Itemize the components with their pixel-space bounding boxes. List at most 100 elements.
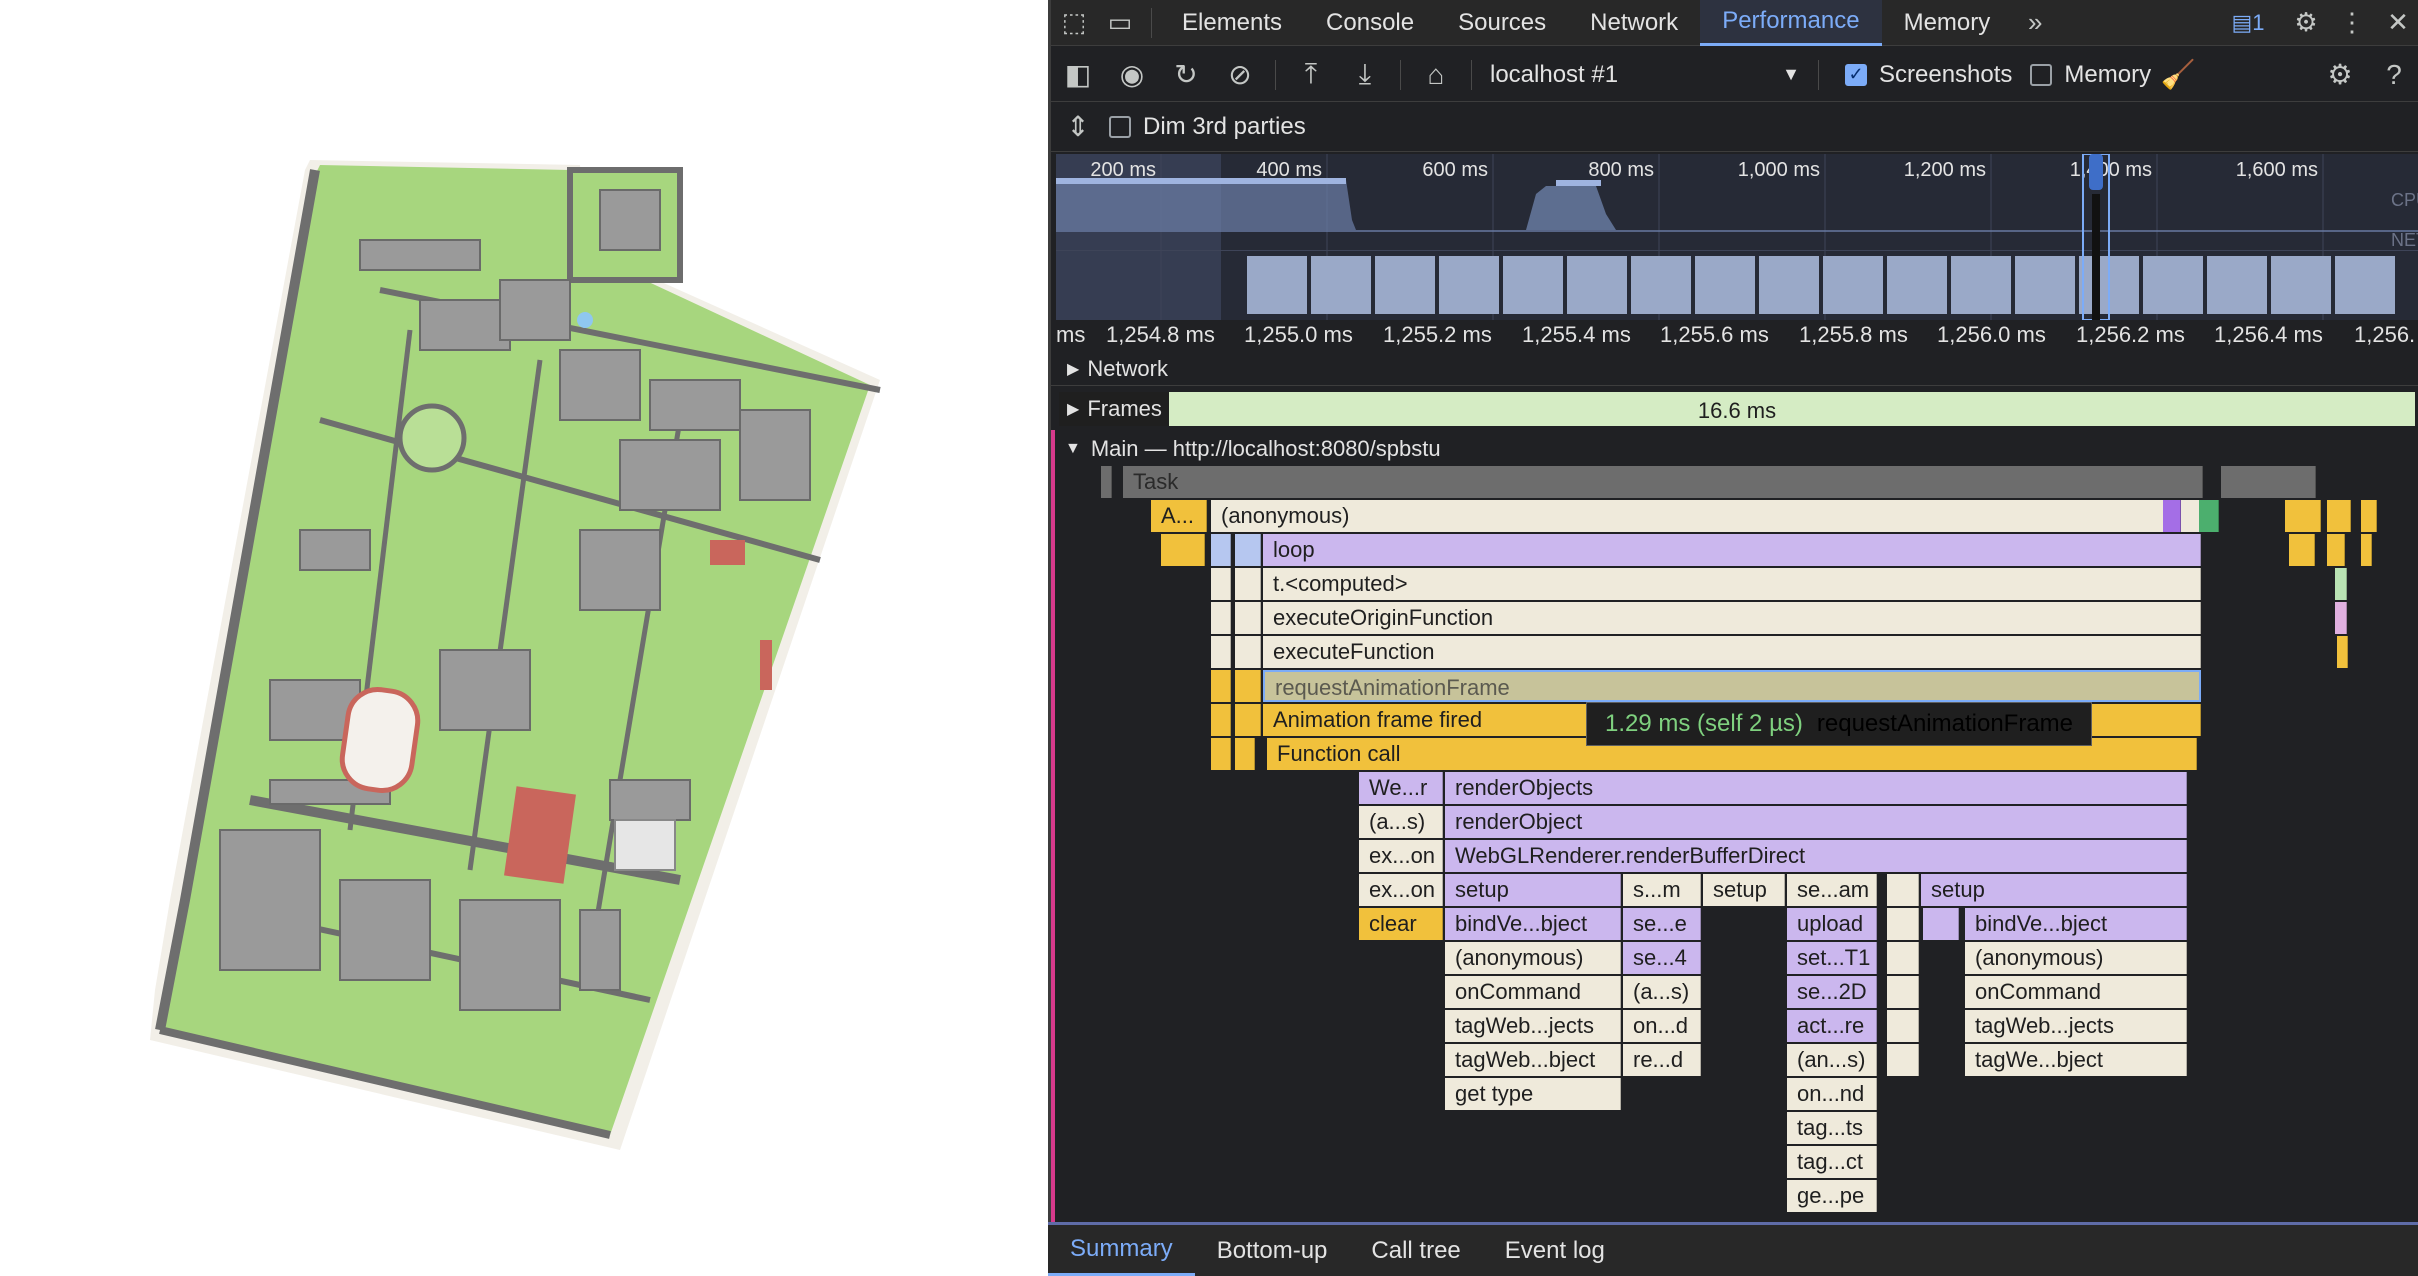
tab-bottom-up[interactable]: Bottom-up (1195, 1225, 1350, 1276)
flame-block[interactable]: s...m (1623, 874, 1701, 906)
timeline-overview[interactable]: 200 ms 400 ms 600 ms 800 ms 1,000 ms 1,2… (1056, 153, 2418, 321)
flame-block[interactable]: get type (1445, 1078, 1621, 1110)
tab-call-tree[interactable]: Call tree (1349, 1225, 1482, 1276)
memory-checkbox[interactable]: Memory (2030, 61, 2151, 89)
flame-block[interactable]: (a...s) (1359, 806, 1443, 838)
record-icon[interactable]: ◉ (1105, 48, 1159, 102)
flame-block[interactable] (1235, 704, 1261, 736)
flame-block[interactable]: on...nd (1787, 1078, 1877, 1110)
toggle-sidebar-icon[interactable]: ◧ (1051, 48, 1105, 102)
map-canvas[interactable] (0, 0, 1048, 1276)
flame-block[interactable]: tagWeb...jects (1445, 1010, 1621, 1042)
flame-block[interactable]: upload (1787, 908, 1877, 940)
flame-block[interactable]: (anonymous) (1965, 942, 2187, 974)
flame-block[interactable]: bindVe...bject (1965, 908, 2187, 940)
tab-event-log[interactable]: Event log (1483, 1225, 1627, 1276)
download-icon[interactable]: ⤓ (1338, 48, 1392, 102)
flame-block[interactable] (1235, 602, 1261, 634)
flame-block[interactable] (2337, 636, 2348, 668)
flame-block[interactable] (2327, 534, 2345, 566)
flame-block[interactable]: on...d (1623, 1010, 1701, 1042)
flame-block[interactable]: act...re (1787, 1010, 1877, 1042)
flame-block[interactable] (1887, 874, 1919, 906)
flame-block[interactable]: se...4 (1623, 942, 1701, 974)
flame-block-task[interactable]: Task (1123, 466, 2203, 498)
flame-block[interactable] (2199, 500, 2219, 532)
flame-block[interactable]: (anonymous) (1445, 942, 1621, 974)
flame-block[interactable] (1887, 1044, 1919, 1076)
flame-block[interactable]: se...2D (1787, 976, 1877, 1008)
kebab-menu-icon[interactable]: ⋮ (2329, 0, 2375, 46)
flame-block[interactable] (1923, 908, 1959, 940)
flame-block[interactable]: onCommand (1965, 976, 2187, 1008)
flame-block[interactable] (2335, 602, 2347, 634)
network-track-header[interactable]: ▶ Network (1051, 352, 2418, 386)
flame-block[interactable] (2361, 500, 2377, 532)
dim-third-parties-checkbox[interactable]: Dim 3rd parties (1109, 113, 1306, 141)
issues-counter[interactable]: ▤ 1 (2213, 0, 2283, 46)
inspect-element-icon[interactable]: ⬚ (1051, 0, 1097, 46)
flame-block[interactable] (1235, 670, 1261, 702)
flame-block[interactable]: setup (1703, 874, 1785, 906)
tab-network[interactable]: Network (1568, 0, 1700, 46)
close-icon[interactable]: ✕ (2375, 0, 2418, 46)
flame-block[interactable]: onCommand (1445, 976, 1621, 1008)
clear-icon[interactable]: ⊘ (1213, 48, 1267, 102)
flame-block[interactable] (1211, 602, 1231, 634)
flame-block[interactable] (2285, 500, 2321, 532)
main-track-header[interactable]: ▼ Main — http://localhost:8080/spbstu (1051, 432, 2418, 466)
tab-sources[interactable]: Sources (1436, 0, 1568, 46)
flame-block[interactable]: bindVe...bject (1445, 908, 1621, 940)
flame-block[interactable]: t.<computed> (1263, 568, 2201, 600)
garbage-collect-icon[interactable]: 🧹 (2151, 48, 2205, 102)
flame-block[interactable]: tagWeb...bject (1445, 1044, 1621, 1076)
flame-block[interactable]: (an...s) (1787, 1044, 1877, 1076)
flame-block[interactable]: renderObjects (1445, 772, 2187, 804)
tab-memory[interactable]: Memory (1882, 0, 2013, 46)
flame-block-selected[interactable]: requestAnimationFrame (1263, 670, 2201, 702)
home-icon[interactable]: ⌂ (1409, 48, 1463, 102)
flame-chart[interactable]: Task A... (anonymous) loop t.<computed> (1051, 466, 2418, 1226)
flame-block[interactable] (1235, 534, 1261, 566)
more-tabs-icon[interactable]: » (2012, 0, 2058, 46)
flame-block[interactable] (1211, 738, 1231, 770)
flame-block[interactable]: setup (1921, 874, 2187, 906)
flame-block[interactable] (2289, 534, 2315, 566)
flame-block[interactable] (1235, 738, 1255, 770)
flame-block[interactable]: ex...on (1359, 874, 1443, 906)
flame-block[interactable] (1887, 1010, 1919, 1042)
flame-block[interactable]: clear (1359, 908, 1443, 940)
flame-block[interactable] (1887, 976, 1919, 1008)
flame-block[interactable] (2221, 466, 2316, 498)
upload-icon[interactable]: ⤒ (1284, 48, 1338, 102)
tab-performance[interactable]: Performance (1700, 0, 1882, 46)
flame-block[interactable]: re...d (1623, 1044, 1701, 1076)
flame-block[interactable] (2163, 500, 2181, 532)
flame-block[interactable]: ex...on (1359, 840, 1443, 872)
flame-block[interactable]: se...am (1787, 874, 1877, 906)
flame-block[interactable] (1101, 466, 1112, 498)
flame-block[interactable]: (anonymous) (1211, 500, 2201, 532)
flame-block[interactable]: tagWe...bject (1965, 1044, 2187, 1076)
device-toolbar-icon[interactable]: ▭ (1097, 0, 1143, 46)
flame-block[interactable] (1235, 568, 1261, 600)
flame-block[interactable] (1211, 670, 1231, 702)
screenshots-checkbox[interactable]: ✓ Screenshots (1845, 61, 2012, 89)
flame-block[interactable] (1161, 534, 1205, 566)
flame-block[interactable] (1211, 534, 1231, 566)
flame-block[interactable]: executeOriginFunction (1263, 602, 2201, 634)
tab-console[interactable]: Console (1304, 0, 1436, 46)
flame-block[interactable]: WebGLRenderer.renderBufferDirect (1445, 840, 2187, 872)
overview-chart[interactable]: 200 ms 400 ms 600 ms 800 ms 1,000 ms 1,2… (1056, 153, 2418, 321)
flame-block[interactable]: (a...s) (1623, 976, 1701, 1008)
flame-block[interactable]: renderObject (1445, 806, 2187, 838)
flame-block[interactable]: ge...pe (1787, 1180, 1877, 1212)
flame-block[interactable] (1887, 942, 1919, 974)
tab-summary[interactable]: Summary (1048, 1225, 1195, 1276)
flame-block[interactable]: tagWeb...jects (1965, 1010, 2187, 1042)
flame-block[interactable]: setup (1445, 874, 1621, 906)
settings-icon[interactable]: ⚙ (2283, 0, 2329, 46)
flame-block[interactable]: executeFunction (1263, 636, 2201, 668)
flame-block[interactable] (2335, 568, 2347, 600)
flame-block[interactable] (1235, 636, 1261, 668)
